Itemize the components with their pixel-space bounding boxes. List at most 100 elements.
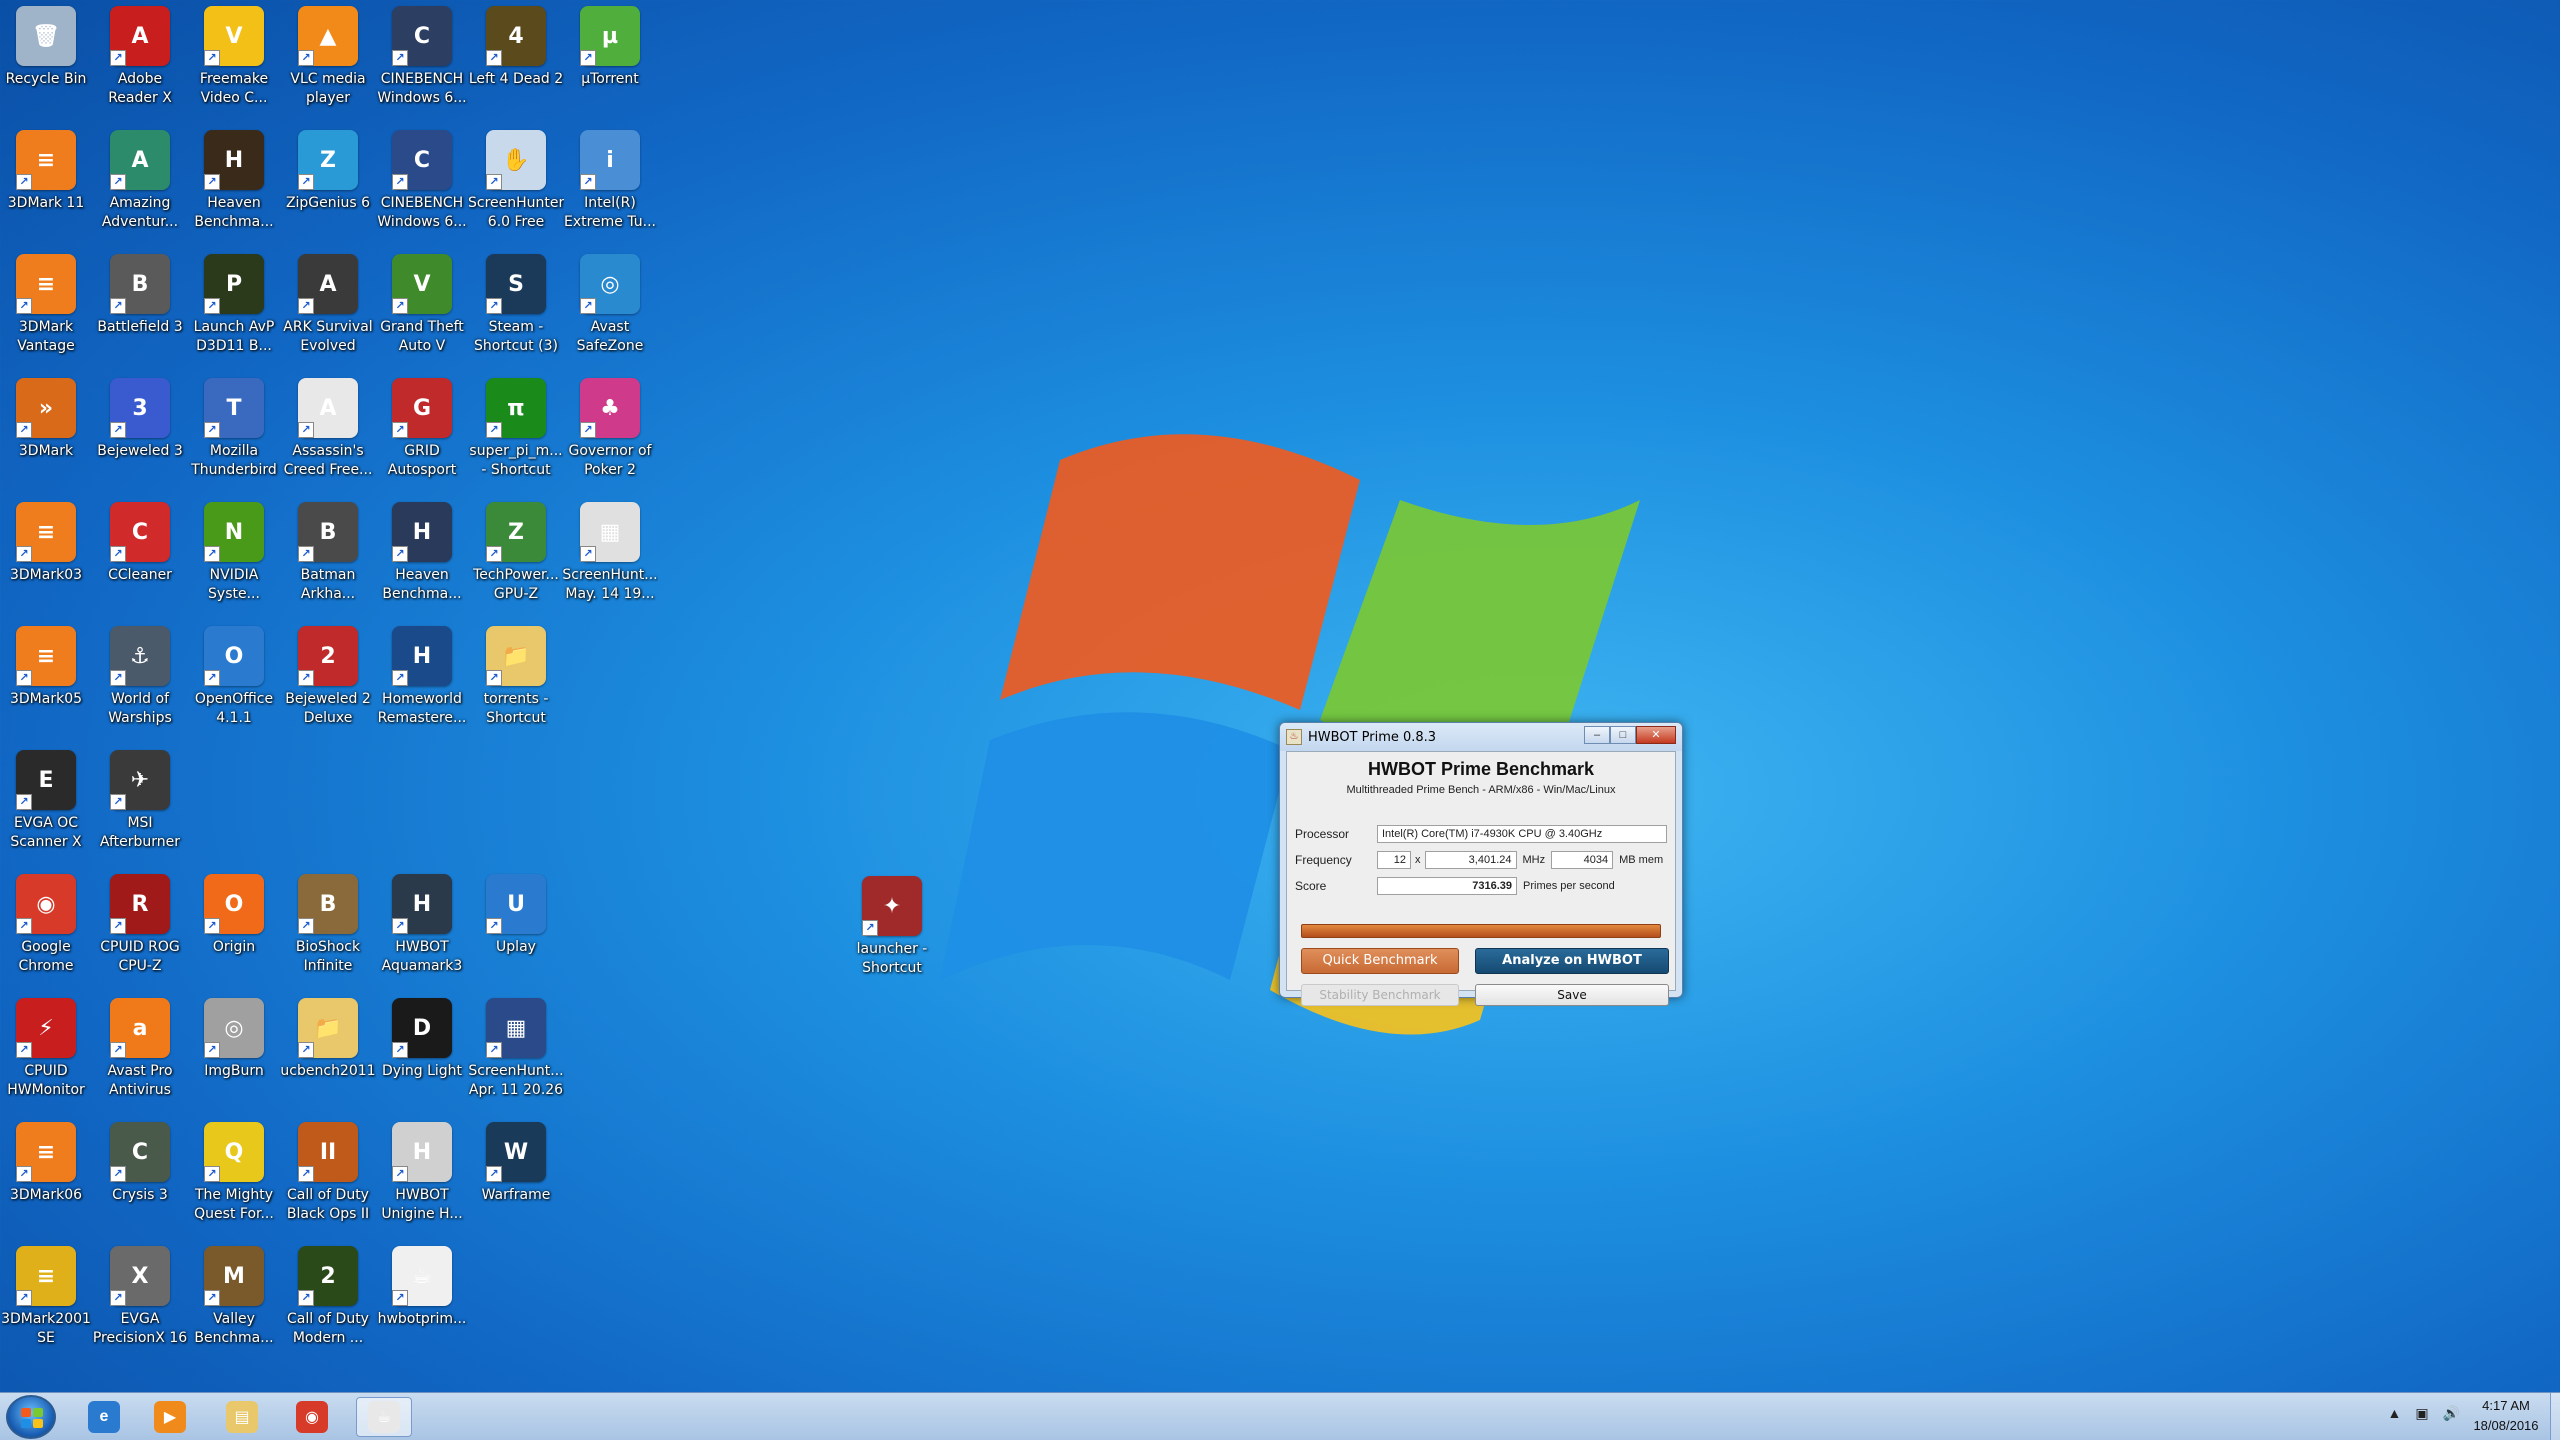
desktop-icon[interactable]: ≡ ↗ 3DMark2001 SE xyxy=(0,1240,92,1358)
desktop-icon[interactable]: N ↗ NVIDIA Syste... xyxy=(188,496,280,614)
start-button[interactable] xyxy=(6,1395,56,1439)
desktop-icon-label: HWBOT Aquamark3 xyxy=(381,939,463,974)
desktop-icon[interactable]: W ↗ Warframe xyxy=(470,1116,562,1234)
desktop-icon[interactable]: ▦ ↗ ScreenHunt... May. 14 19... xyxy=(562,496,658,614)
desktop-icon[interactable]: R ↗ CPUID ROG CPU-Z xyxy=(94,868,186,986)
desktop-icon[interactable]: ◉ ↗ Google Chrome xyxy=(0,868,92,986)
desktop-icon[interactable]: C ↗ Crysis 3 xyxy=(94,1116,186,1234)
desktop-icon[interactable]: Q ↗ The Mighty Quest For... xyxy=(188,1116,280,1234)
desktop-icon[interactable]: G ↗ GRID Autosport xyxy=(376,372,468,490)
analyze-on-hwbot-button[interactable]: Analyze on HWBOT xyxy=(1475,948,1669,974)
processor-field[interactable]: Intel(R) Core(TM) i7-4930K CPU @ 3.40GHz xyxy=(1377,825,1667,843)
desktop-icon[interactable]: A ↗ ARK Survival Evolved xyxy=(282,248,374,366)
taskbar-app-file-explorer[interactable]: ▤ xyxy=(214,1397,270,1437)
desktop-icon[interactable]: ◎ ↗ ImgBurn xyxy=(188,992,280,1110)
taskbar-app-google-chrome[interactable]: ◉ xyxy=(284,1397,340,1437)
desktop-icon[interactable]: 3 ↗ Bejeweled 3 xyxy=(94,372,186,490)
desktop-icon[interactable]: ⚓ ↗ World of Warships xyxy=(94,620,186,738)
desktop-icon[interactable]: ◎ ↗ Avast SafeZone xyxy=(564,248,656,366)
desktop-icon[interactable]: P ↗ Launch AvP D3D11 B... xyxy=(188,248,280,366)
desktop-icon[interactable]: O ↗ OpenOffice 4.1.1 xyxy=(188,620,280,738)
taskbar-app-internet-explorer[interactable]: e xyxy=(76,1397,132,1437)
desktop-icon[interactable]: B ↗ BioShock Infinite xyxy=(282,868,374,986)
quick-benchmark-button[interactable]: Quick Benchmark xyxy=(1301,948,1459,974)
desktop-icon[interactable]: C ↗ CINEBENCH Windows 6... xyxy=(376,124,468,242)
shortcut-arrow-icon: ↗ xyxy=(486,174,502,190)
desktop-icon[interactable]: B ↗ Battlefield 3 xyxy=(94,248,186,366)
desktop-icon[interactable]: H ↗ Homeworld Remastere... xyxy=(376,620,468,738)
save-button[interactable]: Save xyxy=(1475,984,1669,1006)
desktop-icon[interactable]: S ↗ Steam - Shortcut (3) xyxy=(470,248,562,366)
desktop-icon[interactable]: A ↗ Adobe Reader X xyxy=(94,0,186,118)
desktop-icon[interactable]: ▲ ↗ VLC media player xyxy=(282,0,374,118)
desktop-icon[interactable]: π ↗ super_pi_m... - Shortcut xyxy=(469,372,563,490)
desktop-icon[interactable]: O ↗ Origin xyxy=(188,868,280,986)
desktop-icon[interactable]: » ↗ 3DMark xyxy=(0,372,92,490)
desktop-icon[interactable]: A ↗ Amazing Adventur... xyxy=(94,124,186,242)
shortcut-arrow-icon: ↗ xyxy=(204,670,220,686)
desktop-icon[interactable]: C ↗ CINEBENCH Windows 6... xyxy=(376,0,468,118)
desktop-icon[interactable]: ≡ ↗ 3DMark 11 xyxy=(0,124,92,242)
desktop-icon[interactable]: 📁 ↗ torrents - Shortcut xyxy=(470,620,562,738)
app-icon: T ↗ xyxy=(204,378,264,438)
desktop-icon[interactable]: E ↗ EVGA OC Scanner X xyxy=(0,744,92,862)
network-icon[interactable]: ▣ xyxy=(2415,1405,2428,1422)
taskbar-app-media-player[interactable]: ▶ xyxy=(142,1397,198,1437)
desktop-icon[interactable]: ▦ ↗ ScreenHunt... Apr. 11 20.26 xyxy=(468,992,564,1110)
desktop-icon[interactable]: T ↗ Mozilla Thunderbird xyxy=(188,372,280,490)
desktop-icon[interactable]: Z ↗ ZipGenius 6 xyxy=(282,124,374,242)
close-button[interactable]: ✕ xyxy=(1636,726,1676,744)
desktop-icon[interactable]: M ↗ Valley Benchma... xyxy=(188,1240,280,1358)
desktop-icon[interactable]: B ↗ Batman Arkha... xyxy=(282,496,374,614)
desktop-icon[interactable]: C ↗ CCleaner xyxy=(94,496,186,614)
desktop-icon[interactable]: H ↗ Heaven Benchma... xyxy=(188,124,280,242)
window-titlebar[interactable]: ♨ HWBOT Prime 0.8.3 – □ ✕ xyxy=(1280,723,1682,751)
desktop-icon[interactable]: ✋ ↗ ScreenHunter 6.0 Free xyxy=(468,124,564,242)
desktop-icon[interactable]: ≡ ↗ 3DMark05 xyxy=(0,620,92,738)
desktop-icon[interactable]: II ↗ Call of Duty Black Ops II xyxy=(282,1116,374,1234)
desktop-icon[interactable]: ≡ ↗ 3DMark Vantage xyxy=(0,248,92,366)
taskbar-app-java-hwbot[interactable]: ☕ xyxy=(356,1397,412,1437)
desktop-icon[interactable]: 2 ↗ Bejeweled 2 Deluxe xyxy=(282,620,374,738)
minimize-button[interactable]: – xyxy=(1584,726,1610,744)
desktop-icon[interactable]: ✦ ↗ launcher - Shortcut xyxy=(846,870,938,988)
desktop-icon[interactable]: V ↗ Grand Theft Auto V xyxy=(376,248,468,366)
desktop-icon[interactable]: ≡ ↗ 3DMark06 xyxy=(0,1116,92,1234)
desktop-icon[interactable]: U ↗ Uplay xyxy=(470,868,562,986)
desktop-icon[interactable]: µ ↗ µTorrent xyxy=(564,0,656,118)
app-icon: B ↗ xyxy=(110,254,170,314)
stability-benchmark-button[interactable]: Stability Benchmark xyxy=(1301,984,1459,1006)
desktop-icon[interactable]: 🗑 Recycle Bin xyxy=(0,0,92,118)
desktop-icon[interactable]: D ↗ Dying Light xyxy=(376,992,468,1110)
desktop-icon[interactable]: ☕ ↗ hwbotprim... xyxy=(376,1240,468,1358)
desktop-icon[interactable]: 2 ↗ Call of Duty Modern ... xyxy=(282,1240,374,1358)
desktop-icon[interactable]: ♣ ↗ Governor of Poker 2 xyxy=(564,372,656,490)
show-desktop-button[interactable] xyxy=(2550,1393,2560,1440)
shortcut-arrow-icon: ↗ xyxy=(298,422,314,438)
desktop-icon[interactable]: ⚡ ↗ CPUID HWMonitor xyxy=(0,992,92,1110)
desktop-icon[interactable]: H ↗ HWBOT Aquamark3 xyxy=(376,868,468,986)
score-field[interactable]: 7316.39 xyxy=(1377,877,1517,895)
memory-field[interactable]: 4034 xyxy=(1551,851,1614,869)
hwbot-prime-window[interactable]: ♨ HWBOT Prime 0.8.3 – □ ✕ HWBOT Prime Be… xyxy=(1279,722,1683,1006)
desktop-icon[interactable]: H ↗ HWBOT Unigine H... xyxy=(376,1116,468,1234)
desktop-icon[interactable]: A ↗ Assassin's Creed Free... xyxy=(282,372,374,490)
volume-icon[interactable]: 🔊 xyxy=(2443,1405,2460,1422)
shortcut-arrow-icon: ↗ xyxy=(110,546,126,562)
desktop-icon[interactable]: ✈ ↗ MSI Afterburner xyxy=(94,744,186,862)
desktop-icon-label: ARK Survival Evolved xyxy=(283,319,373,354)
desktop-icon[interactable]: V ↗ Freemake Video C... xyxy=(188,0,280,118)
show-hidden-icons-icon[interactable]: ▲ xyxy=(2387,1405,2401,1422)
desktop-icon[interactable]: 4 ↗ Left 4 Dead 2 xyxy=(469,0,563,118)
desktop-icon[interactable]: 📁 ↗ ucbench2011 xyxy=(280,992,376,1110)
desktop-icon[interactable]: i ↗ Intel(R) Extreme Tu... xyxy=(564,124,656,242)
maximize-button[interactable]: □ xyxy=(1610,726,1636,744)
desktop-icon[interactable]: Z ↗ TechPower... GPU-Z xyxy=(470,496,562,614)
desktop-icon[interactable]: a ↗ Avast Pro Antivirus xyxy=(94,992,186,1110)
desktop-icon[interactable]: ≡ ↗ 3DMark03 xyxy=(0,496,92,614)
frequency-field[interactable]: 3,401.24 xyxy=(1424,851,1517,869)
desktop-icon[interactable]: X ↗ EVGA PrecisionX 16 xyxy=(93,1240,187,1358)
desktop-icon[interactable]: H ↗ Heaven Benchma... xyxy=(376,496,468,614)
multiplier-field[interactable]: 12 xyxy=(1377,851,1411,869)
taskbar-clock[interactable]: 4:17 AM 18/08/2016 xyxy=(2466,1396,2546,1436)
